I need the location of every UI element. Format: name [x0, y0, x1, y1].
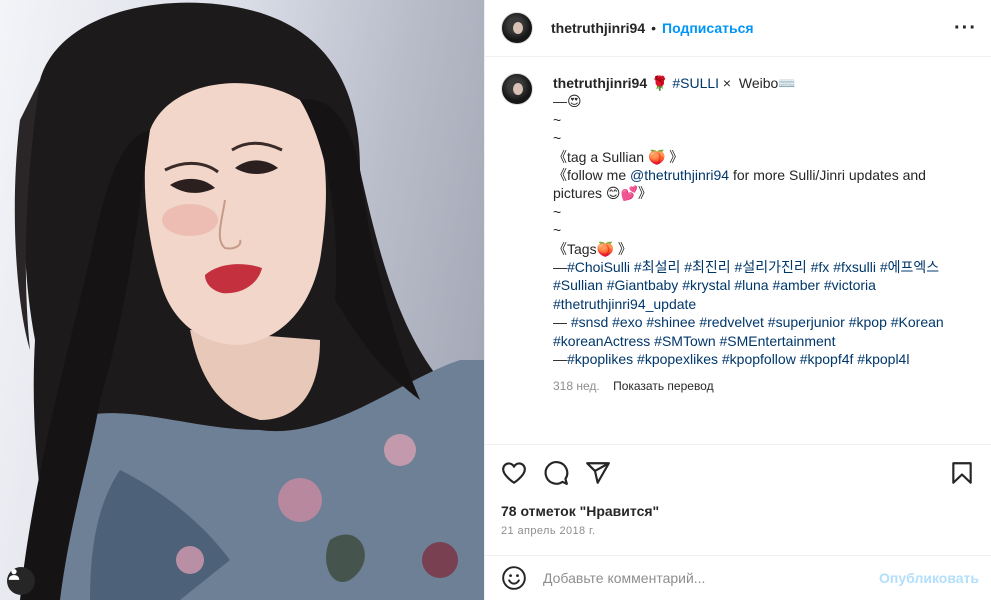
header-username[interactable]: thetruthjinri94 [551, 20, 645, 36]
share-icon[interactable] [585, 460, 611, 486]
post-date[interactable]: 21 апрель 2018 г. [501, 525, 596, 537]
tags-block-1: —#ChoiSulli #최설리 #최진리 #설리가진리 #fx #fxsull… [553, 258, 963, 313]
likes-count[interactable]: 78 отметок "Нравится" [501, 503, 659, 519]
tags-block-2: — #snsd #exo #shinee #redvelvet #superju… [553, 313, 963, 350]
user-tag-button[interactable] [7, 567, 35, 595]
tags-dash: — [553, 314, 571, 331]
caption-follow-me: 《follow me [553, 167, 631, 184]
header-separator-dot: • [651, 20, 657, 36]
bookmark-icon[interactable] [949, 460, 975, 486]
caption-line-2: —😍 [553, 93, 582, 110]
hashtag-list[interactable]: #ChoiSulli #최설리 #최진리 #설리가진리 #fx #fxsulli… [553, 259, 943, 312]
comment-icon[interactable] [543, 460, 569, 486]
caption-area: thetruthjinri94 🌹 #SULLI × Weibo⌨️ —😍 ~ … [485, 57, 991, 445]
caption-age[interactable]: 318 нед. [553, 379, 600, 393]
caption-line-4: ~ [553, 130, 562, 147]
caption-rose: 🌹 [647, 75, 673, 91]
caption-meta: 318 нед. Показать перевод [553, 379, 724, 393]
action-bar [501, 460, 975, 488]
post-side-panel: thetruthjinri94 • Подписаться ··· thetru… [484, 0, 991, 600]
avatar[interactable] [501, 12, 533, 44]
mention-link[interactable]: @thetruthjinri94 [630, 167, 729, 183]
post-header: thetruthjinri94 • Подписаться ··· [485, 0, 991, 57]
caption-line-8: ~ [553, 222, 562, 239]
caption-line-1: thetruthjinri94 🌹 #SULLI × Weibo⌨️ [553, 74, 963, 92]
caption-line-7: ~ [553, 203, 562, 220]
comment-bar: Опубликовать [485, 555, 991, 600]
heart-icon[interactable] [501, 460, 527, 486]
caption-line-3: ~ [553, 111, 562, 128]
tags-block-3: —#kpoplikes #kpopexlikes #kpopfollow #kp… [553, 350, 963, 368]
follow-button[interactable]: Подписаться [662, 20, 754, 36]
caption-line-9: 《Tags🍑 》 [553, 240, 632, 257]
tags-dash: — [553, 259, 567, 276]
caption-weibo: × Weibo⌨️ [719, 75, 796, 91]
caption-text: thetruthjinri94 🌹 #SULLI × Weibo⌨️ —😍 ~ … [553, 74, 963, 369]
post-photo[interactable] [0, 0, 484, 600]
caption-username[interactable]: thetruthjinri94 [553, 75, 647, 91]
user-tag-icon [8, 569, 20, 580]
tags-dash: — [553, 351, 567, 368]
caption-line-5: 《tag a Sullian 🍑 》 [553, 148, 684, 165]
comment-input[interactable] [543, 570, 880, 586]
portrait-image [14, 2, 484, 600]
hashtag-list[interactable]: #kpoplikes #kpopexlikes #kpopfollow #kpo… [567, 351, 909, 367]
hashtag-list[interactable]: #snsd #exo #shinee #redvelvet #superjuni… [553, 314, 948, 348]
caption-line-6: 《follow me @thetruthjinri94 for more Sul… [553, 166, 963, 203]
caption-avatar[interactable] [501, 73, 533, 105]
hashtag-sulli[interactable]: #SULLI [672, 75, 719, 91]
emoji-icon[interactable] [501, 565, 527, 591]
more-icon[interactable]: ··· [954, 18, 977, 38]
publish-button[interactable]: Опубликовать [879, 570, 979, 586]
translate-button[interactable]: Показать перевод [613, 379, 714, 393]
